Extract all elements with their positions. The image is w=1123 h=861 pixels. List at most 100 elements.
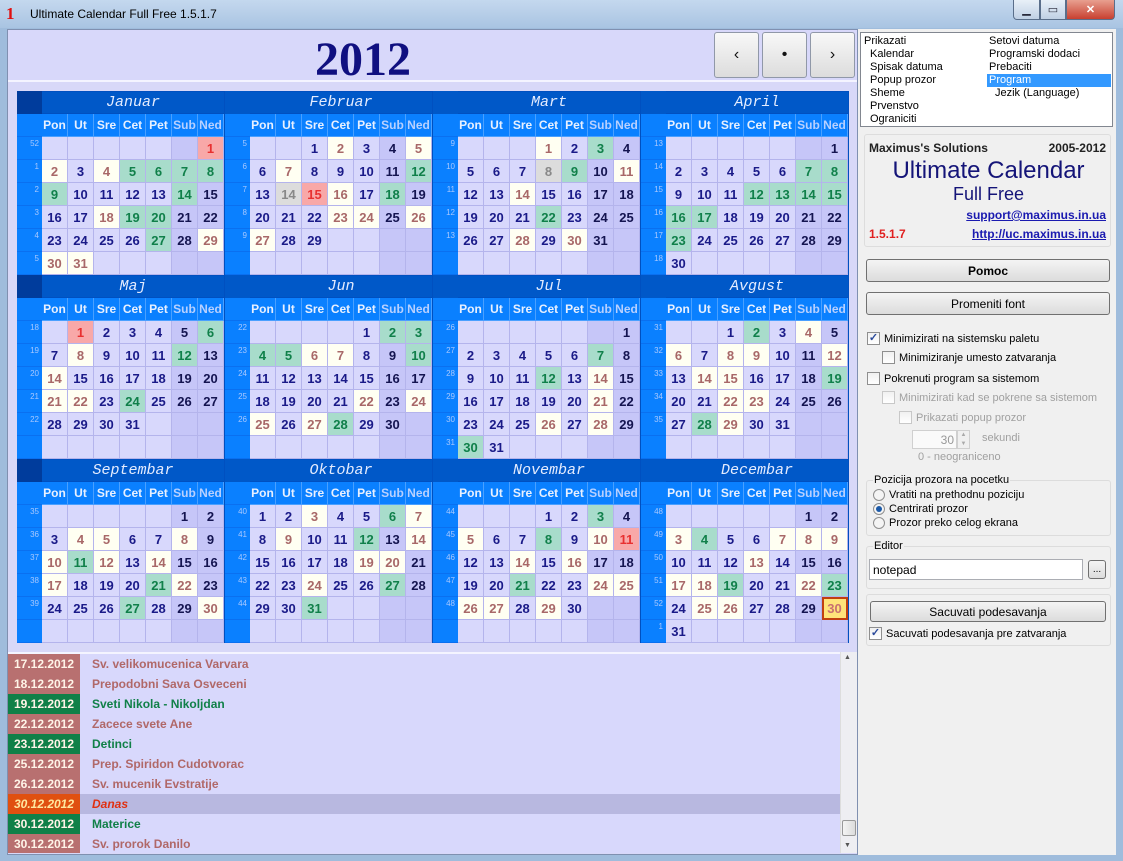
- day-cell[interactable]: 8: [536, 528, 562, 551]
- scroll-thumb[interactable]: [842, 820, 856, 836]
- day-cell[interactable]: 1: [536, 505, 562, 528]
- event-row[interactable]: 23.12.2012 Detinci: [8, 734, 840, 754]
- day-cell[interactable]: 14: [276, 183, 302, 206]
- position-radio[interactable]: Vratiti na prethodnu poziciju: [873, 489, 1024, 501]
- day-cell[interactable]: 9: [94, 344, 120, 367]
- day-cell[interactable]: 7: [172, 160, 198, 183]
- day-cell[interactable]: 21: [692, 390, 718, 413]
- day-cell[interactable]: 19: [822, 367, 848, 390]
- day-cell[interactable]: 24: [406, 390, 432, 413]
- day-cell[interactable]: 27: [666, 413, 692, 436]
- day-cell[interactable]: 3: [692, 160, 718, 183]
- day-cell[interactable]: 15: [796, 551, 822, 574]
- day-cell[interactable]: 14: [770, 551, 796, 574]
- day-cell[interactable]: 20: [302, 390, 328, 413]
- day-cell[interactable]: 1: [250, 505, 276, 528]
- day-cell[interactable]: 3: [42, 528, 68, 551]
- day-cell[interactable]: 12: [406, 160, 432, 183]
- day-cell[interactable]: 10: [692, 183, 718, 206]
- event-row[interactable]: 30.12.2012 Sv. prorok Danilo: [8, 834, 840, 853]
- day-cell[interactable]: 27: [484, 597, 510, 620]
- autostart-checkbox[interactable]: Pokrenuti program sa sistemom: [867, 372, 1039, 385]
- day-cell[interactable]: 26: [120, 229, 146, 252]
- day-cell[interactable]: 15: [614, 367, 640, 390]
- day-cell[interactable]: 28: [588, 413, 614, 436]
- day-cell[interactable]: 7: [406, 505, 432, 528]
- day-cell[interactable]: 25: [692, 597, 718, 620]
- day-cell[interactable]: 9: [562, 160, 588, 183]
- day-cell[interactable]: 16: [328, 183, 354, 206]
- day-cell[interactable]: 7: [588, 344, 614, 367]
- day-cell[interactable]: 24: [770, 390, 796, 413]
- day-cell[interactable]: 20: [744, 574, 770, 597]
- day-cell[interactable]: 27: [770, 229, 796, 252]
- day-cell[interactable]: 15: [302, 183, 328, 206]
- minimize-button[interactable]: ▁: [1013, 0, 1040, 20]
- day-cell[interactable]: 26: [276, 413, 302, 436]
- previous-year-button[interactable]: ‹: [714, 32, 759, 78]
- day-cell[interactable]: 12: [354, 528, 380, 551]
- day-cell[interactable]: 8: [302, 160, 328, 183]
- day-cell[interactable]: 22: [822, 206, 848, 229]
- day-cell[interactable]: 10: [42, 551, 68, 574]
- day-cell[interactable]: 15: [822, 183, 848, 206]
- day-cell[interactable]: 6: [146, 160, 172, 183]
- day-cell[interactable]: 1: [172, 505, 198, 528]
- day-cell[interactable]: 20: [380, 551, 406, 574]
- website-link[interactable]: http://uc.maximus.in.ua: [972, 227, 1106, 241]
- day-cell[interactable]: 23: [562, 206, 588, 229]
- day-cell[interactable]: 23: [42, 229, 68, 252]
- day-cell[interactable]: 20: [770, 206, 796, 229]
- day-cell[interactable]: 17: [120, 367, 146, 390]
- day-cell[interactable]: 18: [510, 390, 536, 413]
- day-cell[interactable]: 8: [68, 344, 94, 367]
- day-cell[interactable]: 27: [146, 229, 172, 252]
- day-cell[interactable]: 14: [146, 551, 172, 574]
- day-cell[interactable]: 15: [718, 367, 744, 390]
- day-cell[interactable]: 8: [718, 344, 744, 367]
- day-cell[interactable]: 9: [380, 344, 406, 367]
- day-cell[interactable]: 9: [666, 183, 692, 206]
- day-cell[interactable]: 26: [744, 229, 770, 252]
- day-cell[interactable]: 28: [770, 597, 796, 620]
- current-year-button[interactable]: •: [762, 32, 807, 78]
- day-cell[interactable]: 15: [250, 551, 276, 574]
- day-cell[interactable]: 27: [484, 229, 510, 252]
- day-cell[interactable]: 7: [510, 160, 536, 183]
- day-cell[interactable]: 28: [276, 229, 302, 252]
- day-cell[interactable]: 24: [692, 229, 718, 252]
- day-cell[interactable]: 31: [588, 229, 614, 252]
- day-cell[interactable]: 26: [458, 597, 484, 620]
- day-cell[interactable]: 1: [198, 137, 224, 160]
- day-cell[interactable]: 11: [796, 344, 822, 367]
- day-cell[interactable]: 16: [562, 551, 588, 574]
- day-cell[interactable]: 4: [328, 505, 354, 528]
- day-cell[interactable]: 25: [250, 413, 276, 436]
- tree-item[interactable]: Sheme: [868, 87, 907, 100]
- day-cell[interactable]: 1: [718, 321, 744, 344]
- day-cell[interactable]: 10: [68, 183, 94, 206]
- day-cell[interactable]: 3: [588, 505, 614, 528]
- tree-group[interactable]: Setovi datuma: [987, 35, 1061, 48]
- day-cell[interactable]: 20: [562, 390, 588, 413]
- event-row[interactable]: 25.12.2012 Prep. Spiridon Cudotvorac: [8, 754, 840, 774]
- day-cell[interactable]: 30: [42, 252, 68, 275]
- day-cell[interactable]: 24: [484, 413, 510, 436]
- day-cell[interactable]: 18: [796, 367, 822, 390]
- day-cell[interactable]: 25: [614, 206, 640, 229]
- day-cell[interactable]: 27: [302, 413, 328, 436]
- day-cell[interactable]: 22: [614, 390, 640, 413]
- day-cell[interactable]: 11: [510, 367, 536, 390]
- day-cell[interactable]: 3: [120, 321, 146, 344]
- day-cell[interactable]: 22: [250, 574, 276, 597]
- day-cell[interactable]: 5: [458, 528, 484, 551]
- day-cell[interactable]: 23: [458, 413, 484, 436]
- checkbox-box[interactable]: [882, 351, 895, 364]
- day-cell[interactable]: 25: [94, 229, 120, 252]
- day-cell[interactable]: 4: [146, 321, 172, 344]
- day-cell[interactable]: 21: [510, 206, 536, 229]
- day-cell[interactable]: 8: [354, 344, 380, 367]
- day-cell[interactable]: 31: [120, 413, 146, 436]
- day-cell[interactable]: 12: [822, 344, 848, 367]
- day-cell[interactable]: 17: [406, 367, 432, 390]
